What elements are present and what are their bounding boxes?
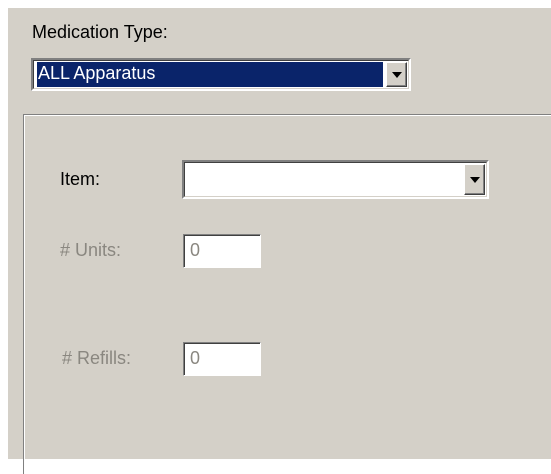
units-input[interactable]: 0 [183,234,261,268]
item-label: Item: [60,169,101,189]
medication-type-dropdown-button[interactable] [386,62,407,87]
medication-type-label: Medication Type: [32,22,168,42]
item-selected-value[interactable] [188,166,461,193]
chevron-down-icon [391,71,402,78]
item-select[interactable] [182,160,489,199]
medication-type-selected-value[interactable]: ALL Apparatus [37,62,383,87]
medication-type-select[interactable]: ALL Apparatus [31,58,411,91]
units-value: 0 [190,240,201,260]
refills-input[interactable]: 0 [183,342,261,376]
chevron-down-icon [469,176,480,183]
refills-label: # Refills: [62,348,132,368]
refills-value: 0 [190,348,201,368]
item-dropdown-button[interactable] [464,164,485,195]
units-label: # Units: [60,240,122,260]
